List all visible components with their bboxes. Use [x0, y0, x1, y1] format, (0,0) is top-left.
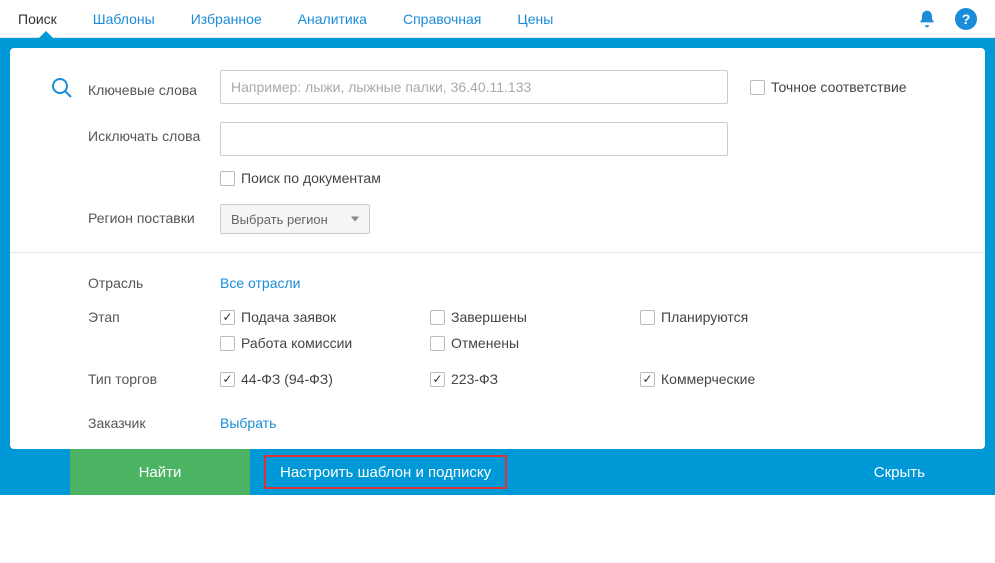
region-label: Регион поставки: [88, 210, 195, 226]
configure-template-button[interactable]: Настроить шаблон и подписку: [264, 455, 507, 489]
type-label: Тип торгов: [88, 371, 157, 387]
help-icon[interactable]: ?: [955, 8, 977, 30]
action-bar: Найти Настроить шаблон и подписку Скрыть: [10, 449, 985, 495]
keywords-label: Ключевые слова: [88, 82, 197, 98]
region-select[interactable]: Выбрать регион: [220, 204, 370, 234]
type-row: Тип торгов 44-ФЗ (94-ФЗ) 223-ФЗ Коммерче…: [50, 371, 945, 397]
region-row: Регион поставки Выбрать регион: [50, 204, 945, 234]
type-option-44fz[interactable]: 44-ФЗ (94-ФЗ): [220, 371, 430, 387]
customer-link[interactable]: Выбрать: [220, 415, 276, 431]
search-form: Ключевые слова Точное соответствие Исклю…: [10, 48, 985, 449]
industry-label: Отрасль: [88, 275, 143, 291]
industry-link[interactable]: Все отрасли: [220, 275, 300, 291]
nav-tab-search[interactable]: Поиск: [18, 0, 75, 38]
nav-tab-analytics[interactable]: Аналитика: [280, 0, 385, 38]
customer-label: Заказчик: [88, 415, 146, 431]
bell-icon[interactable]: [917, 9, 937, 29]
keywords-input[interactable]: [220, 70, 728, 104]
nav-tab-help[interactable]: Справочная: [385, 0, 499, 38]
stage-option-cancelled[interactable]: Отменены: [430, 335, 640, 351]
top-nav: Поиск Шаблоны Избранное Аналитика Справо…: [0, 0, 995, 38]
find-button[interactable]: Найти: [70, 449, 250, 495]
stage-row: Этап Подача заявок Завершены Планируются…: [50, 309, 945, 361]
exact-match-checkbox[interactable]: Точное соответствие: [750, 79, 907, 95]
customer-row: Заказчик Выбрать: [50, 415, 945, 431]
nav-tab-favorites[interactable]: Избранное: [173, 0, 280, 38]
type-option-commercial[interactable]: Коммерческие: [640, 371, 850, 387]
divider: [10, 252, 985, 253]
stage-label: Этап: [88, 309, 120, 325]
stage-option-finished[interactable]: Завершены: [430, 309, 640, 325]
exclude-label: Исключать слова: [88, 128, 200, 144]
search-panel: Ключевые слова Точное соответствие Исклю…: [0, 38, 995, 495]
nav-tab-templates[interactable]: Шаблоны: [75, 0, 173, 38]
nav-tab-prices[interactable]: Цены: [499, 0, 571, 38]
type-option-223fz[interactable]: 223-ФЗ: [430, 371, 640, 387]
search-docs-checkbox[interactable]: Поиск по документам: [220, 170, 381, 186]
search-icon: [50, 76, 74, 103]
keywords-row: Ключевые слова Точное соответствие: [50, 70, 945, 104]
stage-option-commission[interactable]: Работа комиссии: [220, 335, 430, 351]
exclude-row: Исключать слова Поиск по документам: [50, 122, 945, 186]
stage-option-planned[interactable]: Планируются: [640, 309, 850, 325]
industry-row: Отрасль Все отрасли: [50, 275, 945, 291]
exclude-input[interactable]: [220, 122, 728, 156]
stage-option-submit[interactable]: Подача заявок: [220, 309, 430, 325]
hide-button[interactable]: Скрыть: [874, 464, 925, 481]
